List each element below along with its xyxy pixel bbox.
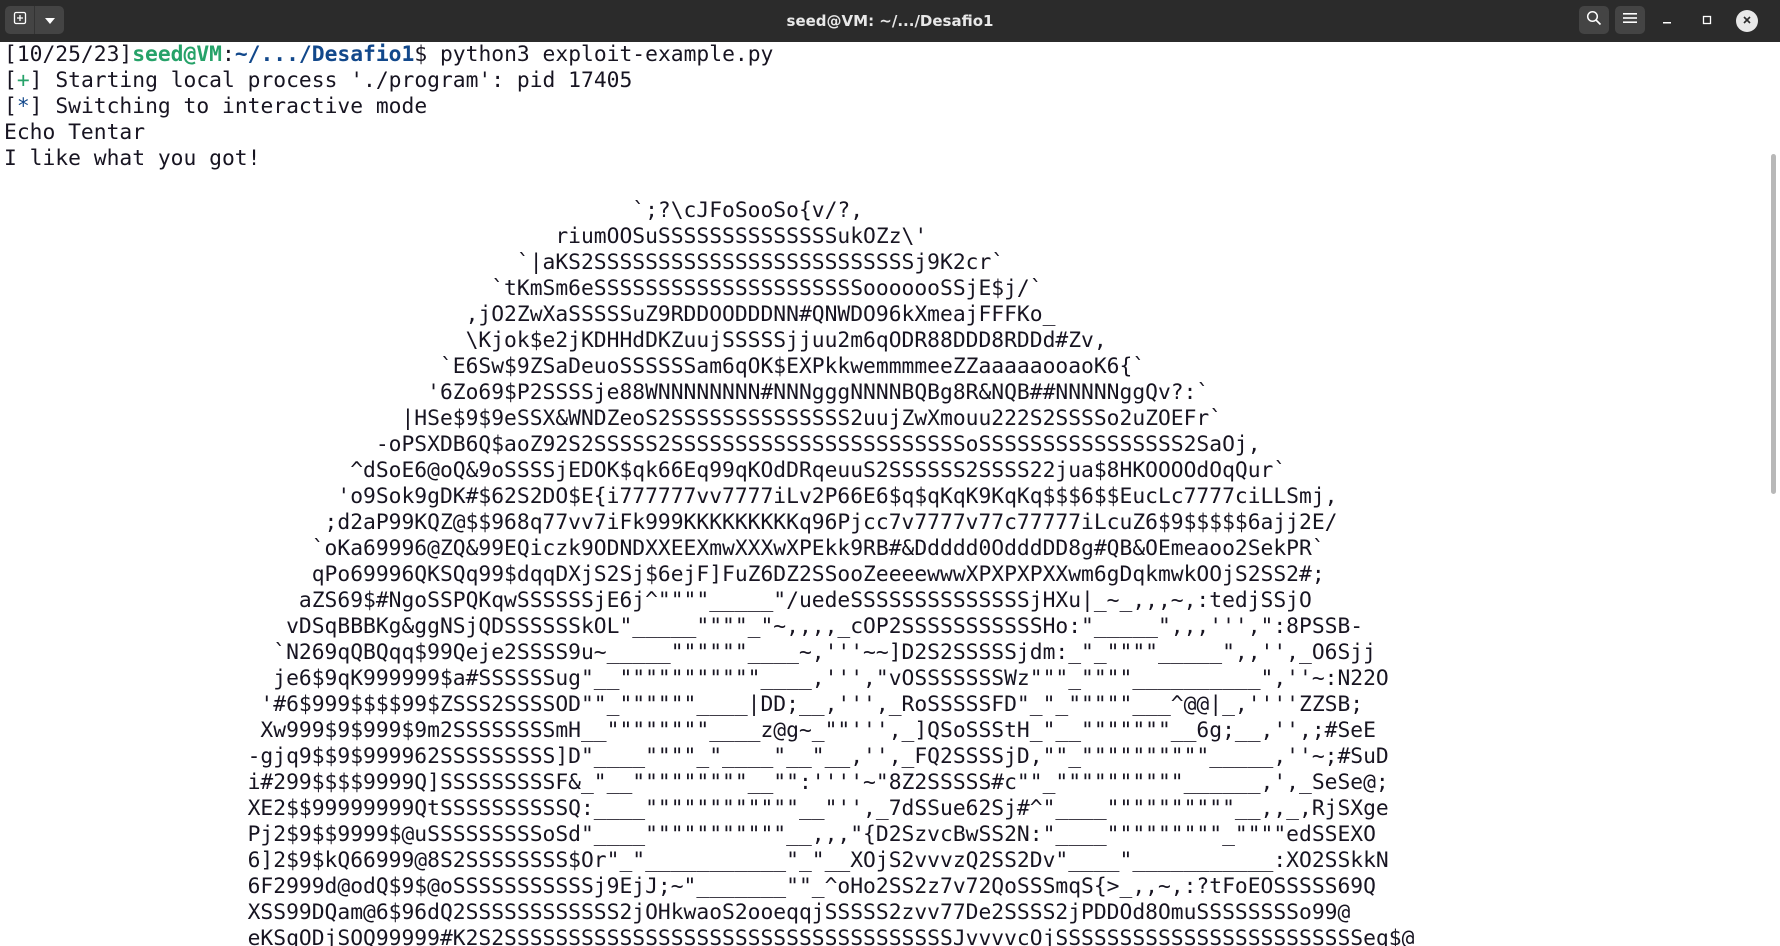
tab-controls (5, 6, 64, 34)
ascii-art-line: `;?\cJFoSooSo{v/?, (4, 198, 864, 223)
close-button[interactable] (1736, 10, 1758, 32)
menu-dropdown-button[interactable] (34, 6, 64, 34)
status-bracket-close: ] (29, 68, 56, 93)
ascii-art-line: '#6$999$$$$99$ZSSS2SSSSOD""_""""""____|D… (4, 692, 1364, 717)
ascii-art-line: 6]2$9$kQ66999@8S2SSSSSSSS$Or"_"_________… (4, 848, 1389, 873)
status-text: Starting local process './program': pid … (55, 68, 633, 93)
chevron-down-icon (44, 11, 55, 29)
ascii-art-line: aZS69$#NgoSSPQKqwSSSSSSjE6j^""""_____"/u… (4, 588, 1312, 613)
ascii-art-line: '6Zo69$P2SSSSje88WNNNNNNNN#NNNgggNNNNBQB… (4, 380, 1210, 405)
status-bracket-open: [ (4, 94, 17, 119)
ascii-art-line: Xw999$9$999$9m2SSSSSSSSmH__""""""""____z… (4, 718, 1376, 743)
window-title: seed@VM: ~/.../Desafio1 (786, 12, 994, 30)
ascii-art-line: XE2$$99999999QtSSSSSSSSSSQ:____"""""""""… (4, 796, 1389, 821)
scrollbar[interactable] (1766, 42, 1780, 946)
ascii-art-line: `oKa69996@ZQ&99EQiczk9ODNDXXEEXmwXXXwXPE… (4, 536, 1325, 561)
ascii-art-line: `tKmSm6eSSSSSSSSSSSSSSSSSSSSSooooooSSjE$… (4, 276, 1043, 301)
close-icon (1742, 12, 1752, 30)
ascii-art-line: XSS99DQam@6$96dQ2SSSSSSSSSSSS2jOHkwaoS2o… (4, 900, 1351, 925)
status-bracket-close: ] (29, 94, 56, 119)
status-bracket-open: [ (4, 68, 17, 93)
ascii-art-line: |HSe$9$9eSSX&WNDZeoS2SSSSSSSSSSSSSS2uujZ… (4, 406, 1223, 431)
ascii-art-line: 6F2999d@odQ$9$@oSSSSSSSSSSSj9EjJ;~"_____… (4, 874, 1376, 899)
ascii-art-line: ,jO2ZwXaSSSSSuZ9RDDOODDDNN#QNWDO96kXmeaj… (4, 302, 1056, 327)
ascii-art-line: -gjq9$$9$999962SSSSSSSSS]D"____""""_"___… (4, 744, 1389, 769)
prompt-colon: : (221, 42, 235, 67)
maximize-icon (1702, 12, 1712, 30)
title-bar: seed@VM: ~/.../Desafio1 (0, 0, 1780, 42)
prompt-date: [10/25/23] (4, 42, 133, 67)
ascii-art-line: -oPSXDB6Q$aoZ92S2SSSSS2SSSSSSSSSSSSSSSSS… (4, 432, 1261, 457)
output-line: I like what you got! (4, 146, 261, 171)
minimize-button[interactable] (1656, 10, 1678, 32)
ascii-art-line: `N269qQBQqq$99Qeje2SSSS9u~_____""""""___… (4, 640, 1376, 665)
ascii-art-line: \Kjok$e2jKDHHdDKZuujSSSSSjjuu2m6qODR88DD… (4, 328, 1107, 353)
search-button[interactable] (1579, 6, 1609, 34)
maximize-button[interactable] (1696, 10, 1718, 32)
prompt-dollar: $ (414, 42, 440, 67)
ascii-art-line: vDSqBBBKg&ggNSjQDSSSSSSkOL"_____""""_"~,… (4, 614, 1364, 639)
ascii-art-line: `|aKS2SSSSSSSSSSSSSSSSSSSSSSSSSj9K2cr` (4, 250, 1005, 275)
prompt-user: seed@VM (132, 42, 222, 67)
status-text: Switching to interactive mode (55, 94, 428, 119)
ascii-art-line: je6$9qK999999$a#SSSSSSug"__"""""""""""__… (4, 666, 1389, 691)
ascii-art-line: eKSqODjSOQ99999#K2S2SSSSSSSSSSSSSSSSSSSS… (4, 926, 1415, 946)
status-line-interactive: [*] Switching to interactive mode (4, 94, 427, 120)
prompt-path: ~/.../Desafio1 (234, 42, 415, 67)
ascii-art-line: ^dSoE6@oQ&9oSSSSjEDOK$qk66Eq99qKOdDRqeuu… (4, 458, 1287, 483)
status-star-marker: * (16, 94, 30, 119)
minimize-icon (1662, 12, 1672, 30)
search-icon (1586, 10, 1602, 31)
hamburger-menu-icon (1623, 11, 1637, 29)
ascii-art-line: `E6Sw$9ZSaDeuoSSSSSSam6qOK$EXPkkwemmmmee… (4, 354, 1146, 379)
ascii-art-line: 'o9Sok9gDK#$62S2DO$E{i777777vv7777iLv2P6… (4, 484, 1338, 509)
ascii-art-line: Pj2$9$$9999$@uSSSSSSSSSoSd"____"""""""""… (4, 822, 1376, 847)
new-tab-icon (13, 11, 27, 30)
scrollbar-thumb[interactable] (1771, 154, 1776, 494)
command-prompt-line: [10/25/23]seed@VM:~/.../Desafio1$ python… (4, 42, 773, 68)
ascii-art-line: qPo69996QKSQq99$dqqDXjS2Sj$6ejF]FuZ6DZ2S… (4, 562, 1325, 587)
ascii-art-line: riumOOSuSSSSSSSSSSSSSSukOZz\' (4, 224, 928, 249)
command-text: python3 exploit-example.py (439, 42, 774, 67)
terminal-output[interactable]: [10/25/23]seed@VM:~/.../Desafio1$ python… (0, 42, 1766, 946)
ascii-art-line: ;d2aP99KQZ@$$968q77vv7iFk999KKKKKKKKKq96… (4, 510, 1338, 535)
new-tab-button[interactable] (5, 6, 34, 34)
output-line: Echo Tentar (4, 120, 146, 145)
status-plus-marker: + (16, 68, 30, 93)
status-line-started: [+] Starting local process './program': … (4, 68, 632, 94)
hamburger-menu-button[interactable] (1615, 6, 1645, 34)
ascii-art-line: i#299$$$$9999Q]SSSSSSSSSF&_"__"""""""""_… (4, 770, 1389, 795)
